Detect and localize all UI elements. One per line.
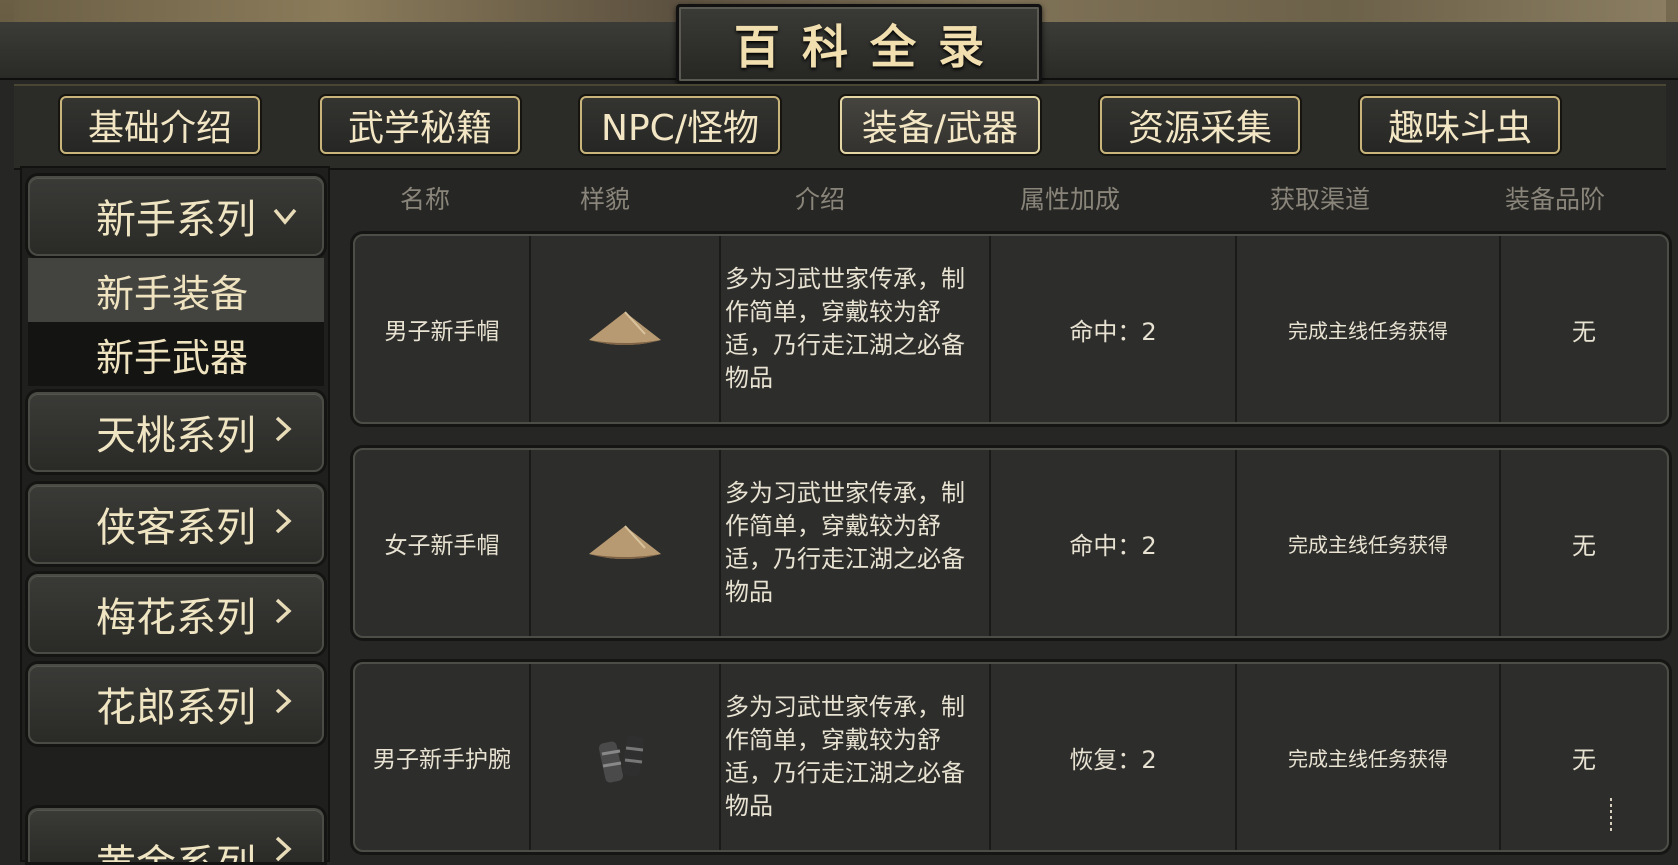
tab-resource-gathering[interactable]: 资源采集 — [1100, 96, 1300, 154]
tab-equipment-weapons[interactable]: 装备/武器 — [840, 96, 1040, 154]
header-attribute-bonus: 属性加成 — [1019, 185, 1120, 214]
table-row[interactable]: 女子新手帽 多为习武世家传承，制作简单，穿戴较为舒适，乃行走江湖之必备物品 命中… — [353, 448, 1669, 638]
item-name: 男子新手帽 — [355, 236, 531, 422]
tab-martial-arts[interactable]: 武学秘籍 — [320, 96, 520, 154]
header-grade: 装备品阶 — [1504, 185, 1605, 214]
table-row[interactable]: 男子新手帽 多为习武世家传承，制作简单，穿戴较为舒适，乃行走江湖之必备物品 命中… — [353, 234, 1669, 424]
table-row[interactable]: 男子新手护腕 多为习武世家传承，制作简单，穿戴较为舒适，乃行走江湖之必备物品 恢… — [353, 662, 1669, 852]
item-description: 多为习武世家传承，制作简单，穿戴较为舒适，乃行走江湖之必备物品 — [721, 664, 991, 850]
chevron-right-icon — [272, 504, 294, 544]
table-header: 名称 样貌 介绍 属性加成 获取渠道 装备品阶 — [345, 180, 1670, 220]
category-novice-series[interactable]: 新手系列 — [28, 176, 324, 256]
header-description: 介绍 — [794, 185, 845, 214]
item-grade: 无 — [1572, 531, 1596, 560]
scrollbar-handle[interactable] — [1604, 796, 1618, 836]
item-description: 多为习武世家传承，制作简单，穿戴较为舒适，乃行走江湖之必备物品 — [721, 236, 991, 422]
category-xiake-series[interactable]: 侠客系列 — [28, 484, 324, 564]
straw-hat-icon — [531, 236, 721, 422]
category-hualang-series[interactable]: 花郎系列 — [28, 664, 324, 744]
tab-basic-intro[interactable]: 基础介绍 — [60, 96, 260, 154]
chevron-right-icon — [272, 832, 294, 862]
item-attribute: 命中：2 — [991, 450, 1237, 636]
equipment-table: 名称 样貌 介绍 属性加成 获取渠道 装备品阶 男子新手帽 多为习武世家传承，制… — [345, 166, 1670, 862]
item-source: 完成主线任务获得 — [1237, 236, 1501, 422]
item-name: 男子新手护腕 — [355, 664, 531, 850]
chevron-right-icon — [272, 684, 294, 724]
category-gold-series[interactable]: 黄金系列 — [28, 808, 324, 862]
item-grade: 无 — [1572, 745, 1596, 774]
wrist-guard-icon — [531, 664, 721, 850]
item-attribute: 恢复：2 — [991, 664, 1237, 850]
header-source: 获取渠道 — [1269, 185, 1370, 214]
category-meihua-series[interactable]: 梅花系列 — [28, 574, 324, 654]
title-plate: 百科全录 — [676, 4, 1042, 84]
tab-bug-fighting[interactable]: 趣味斗虫 — [1360, 96, 1560, 154]
chevron-down-icon — [272, 196, 298, 236]
chevron-right-icon — [272, 412, 294, 452]
item-source: 完成主线任务获得 — [1237, 450, 1501, 636]
header-name: 名称 — [399, 185, 450, 214]
page-title: 百科全录 — [734, 20, 1006, 74]
item-grade: 无 — [1572, 317, 1596, 346]
chevron-right-icon — [272, 594, 294, 634]
item-description: 多为习武世家传承，制作简单，穿戴较为舒适，乃行走江湖之必备物品 — [721, 450, 991, 636]
sub-item-novice-equipment[interactable]: 新手装备 — [28, 258, 324, 322]
tab-npc-monster[interactable]: NPC/怪物 — [580, 96, 780, 154]
item-source: 完成主线任务获得 — [1237, 664, 1501, 850]
sub-item-novice-weapons[interactable]: 新手武器 — [28, 322, 324, 386]
item-attribute: 命中：2 — [991, 236, 1237, 422]
category-tiantao-series[interactable]: 天桃系列 — [28, 392, 324, 472]
item-name: 女子新手帽 — [355, 450, 531, 636]
header-appearance: 样貌 — [579, 185, 630, 214]
straw-hat-icon — [531, 450, 721, 636]
